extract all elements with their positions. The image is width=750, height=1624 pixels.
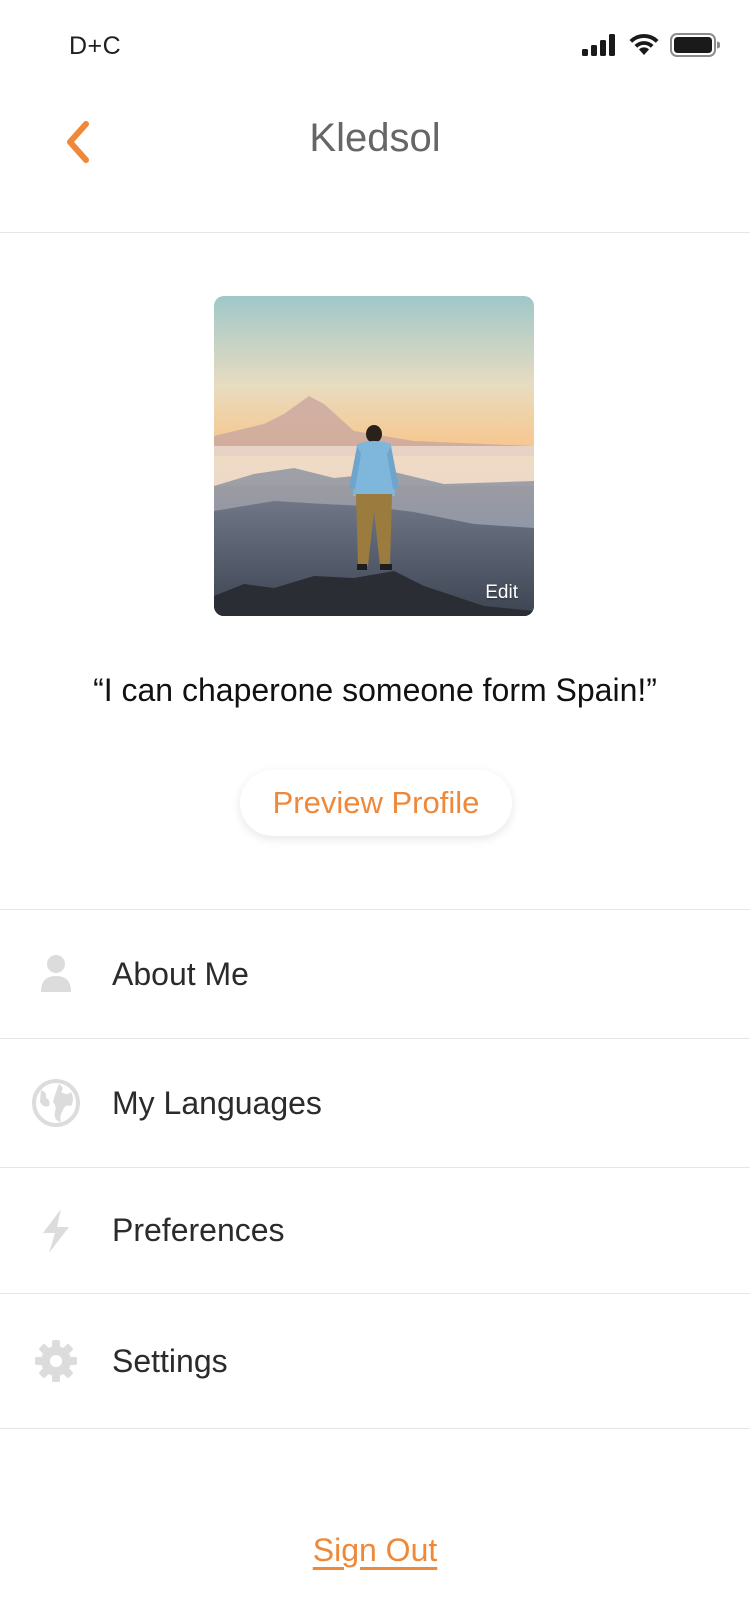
sign-out-link[interactable]: Sign Out	[313, 1532, 438, 1568]
page-title: Kledsol	[309, 116, 441, 160]
globe-icon	[30, 1077, 82, 1129]
menu-item-about-me[interactable]: About Me	[0, 910, 750, 1039]
wifi-icon	[628, 33, 660, 62]
battery-icon	[670, 33, 721, 62]
lightning-icon	[30, 1205, 82, 1257]
menu-item-label: About Me	[112, 955, 249, 992]
profile-photo-image	[214, 296, 534, 616]
menu-item-label: Settings	[112, 1342, 228, 1379]
carrier-label: D+C	[69, 32, 122, 60]
menu-item-settings[interactable]: Settings	[0, 1294, 750, 1429]
signal-icon	[582, 34, 618, 61]
profile-photo[interactable]: Edit	[214, 296, 534, 616]
navigation-bar: Kledsol	[0, 94, 750, 233]
menu-item-label: Preferences	[112, 1212, 285, 1248]
profile-quote: “I can chaperone someone form Spain!”	[93, 672, 657, 708]
menu-item-preferences[interactable]: Preferences	[0, 1168, 750, 1294]
menu-item-my-languages[interactable]: My Languages	[0, 1039, 750, 1168]
preview-profile-button[interactable]: Preview Profile	[240, 770, 512, 836]
gear-icon	[30, 1335, 82, 1387]
profile-menu: About Me My Languages Preferences Settin…	[0, 909, 750, 1429]
person-icon	[30, 948, 82, 1000]
menu-item-label: My Languages	[112, 1084, 322, 1121]
sign-out-container: Sign Out	[0, 1532, 750, 1569]
status-bar: D+C	[0, 0, 750, 94]
edit-photo-label[interactable]: Edit	[485, 582, 518, 604]
status-icons	[582, 33, 721, 62]
